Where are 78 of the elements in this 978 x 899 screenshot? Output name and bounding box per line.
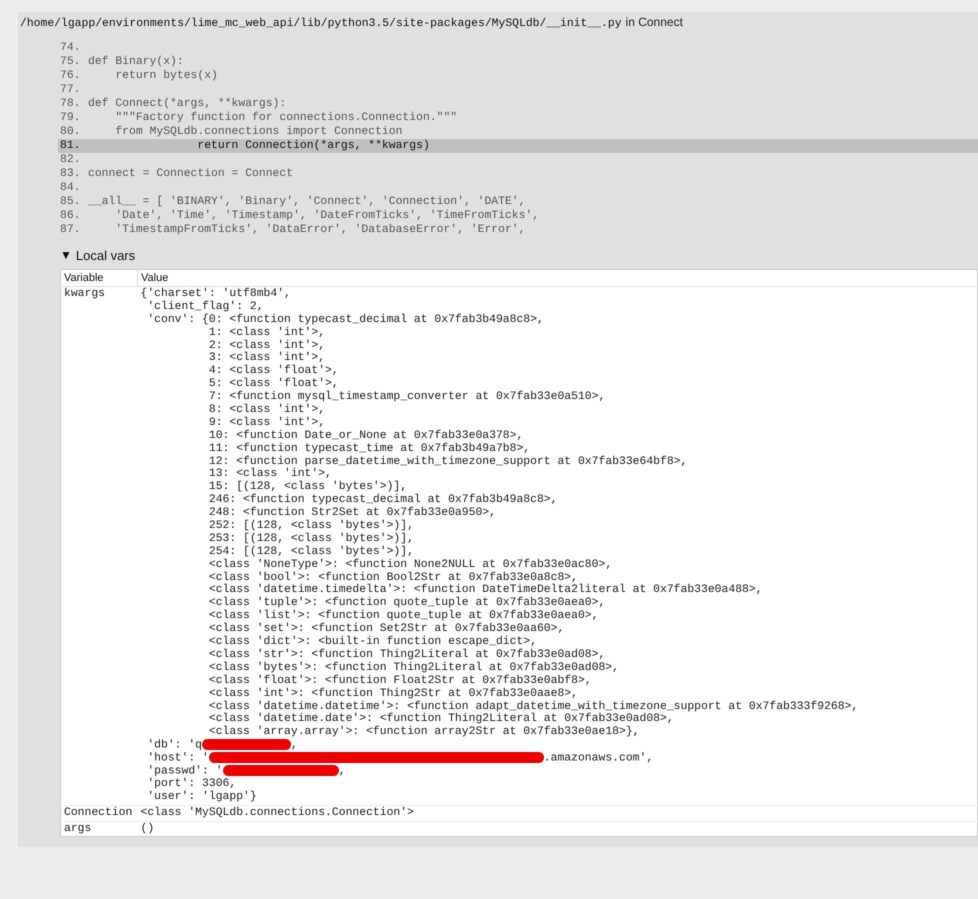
value-line: <class 'datetime.date'>: <function Thing2Literal at 0x7fab33e0ad08>, <box>208 713 675 726</box>
local-vars-title: Local vars <box>76 248 136 262</box>
value-line: 10: <function Date_or_None at 0x7fab33e0a378>, <box>208 430 524 442</box>
value-line: 1: <class 'int'>, <box>208 326 326 340</box>
value-line: <class 'float'>: <function Float2Str at 0x7fab33e0abf8>, <box>208 674 593 688</box>
value-line: 'port': 3306, <box>146 778 238 790</box>
line-number: 74. <box>59 41 82 55</box>
local-vars-toggle[interactable]: ▼ <box>60 248 72 262</box>
value-line: 8: <class 'int'>, <box>208 404 326 416</box>
value-line: <class 'bool'>: <function Bool2Str at 0x7fab33e0a8c8>, <box>208 572 578 584</box>
value-line: <class 'datetime.timedelta'>: <function DateTimeDelta2literal at 0x7fab33e0a488>, <box>208 584 764 596</box>
line-number: 75. <box>59 55 82 69</box>
value-line: 252: [(128, <class 'bytes'>)], <box>208 520 415 532</box>
value-text: 'db': 'q <box>146 740 202 752</box>
line-number: 79. <box>59 111 82 125</box>
line-number: 81. <box>59 139 82 153</box>
value-line: 5: <class 'float'>, <box>208 378 340 390</box>
value-line: 4: <class 'float'>, <box>208 365 340 378</box>
value-line: 254: [(128, <class 'bytes'>)], <box>208 546 415 558</box>
value-line: <class 'MySQLdb.connections.Connection'> <box>140 806 415 820</box>
code-text: def Binary(x): <box>88 55 184 69</box>
code-text: from MySQLdb.connections import Connection <box>114 125 402 139</box>
value-line: <class 'str'>: <function Thing2Literal at 0x7fab33e0ad08>, <box>208 648 606 662</box>
line-number: 76. <box>59 69 82 83</box>
value-line: {'charset': 'utf8mb4', <box>140 288 292 300</box>
file-path: /home/lgapp/environments/lime_mc_web_api/lib/python3.5/site-packages/MySQLdb/__init__.py <box>20 18 622 30</box>
line-number: 80. <box>59 125 82 139</box>
value-line: <class 'list'>: <function quote_tuple at 0x7fab33e0aea0>, <box>208 610 600 622</box>
value-line: 15: [(128, <class 'bytes'>)], <box>208 481 408 494</box>
value-text: , <box>290 740 298 752</box>
code-text: return bytes(x) <box>114 69 218 83</box>
value-line: <class 'array.array'>: <function array2Str at 0x7fab33e0ae18>}, <box>208 726 640 740</box>
value-line: 13: <class 'int'>, <box>208 468 333 480</box>
value-line: <class 'int'>: <function Thing2Str at 0x7fab33e0aae8>, <box>208 688 579 700</box>
line-number: 77. <box>59 83 82 97</box>
code-text: 'Date', 'Time', 'Timestamp', 'DateFromTicks', 'TimeFromTicks', <box>114 209 540 223</box>
value-line: 'conv': {0: <function typecast_decimal at 0x7fab3b49a8c8>, <box>146 314 545 326</box>
line-number: 87. <box>59 223 82 237</box>
value-line: 11: <function typecast_time at 0x7fab3b49a7b8>, <box>208 442 532 456</box>
code-text: return Connection(*args, **kwargs) <box>196 139 430 153</box>
value-line: <class 'bytes'>: <function Thing2Literal at 0x7fab33e0ad08>, <box>208 662 620 674</box>
value-line: 3: <class 'int'>, <box>208 352 326 364</box>
line-number: 86. <box>59 209 82 223</box>
line-number: 82. <box>59 153 82 167</box>
variable-name: kwargs <box>60 286 138 806</box>
value-line: <class 'tuple'>: <function quote_tuple at 0x7fab33e0aea0>, <box>208 597 606 610</box>
value-text: , <box>338 765 346 778</box>
value-line: 248: <function Str2Set at 0x7fab33e0a950>, <box>208 507 497 520</box>
code-text: """Factory function for connections.Connection.""" <box>114 111 458 125</box>
value-line: 9: <class 'int'>, <box>208 416 326 430</box>
value-line: <class 'dict'>: <built-in function escape_dict>, <box>208 636 538 648</box>
code-text: def Connect(*args, **kwargs): <box>88 97 286 111</box>
value-line: () <box>140 822 156 836</box>
value-text: 'host': ' <box>146 752 209 765</box>
line-number: 84. <box>59 181 82 195</box>
code-text: __all__ = [ 'BINARY', 'Binary', 'Connect', 'Connection', 'DATE', <box>88 195 526 209</box>
variable-name: args <box>60 821 138 837</box>
variable-name: Connection <box>60 805 138 822</box>
code-text: 'TimestampFromTicks', 'DataError', 'DatabaseError', 'Error', <box>114 223 526 237</box>
value-line: 'client_flag': 2, <box>146 300 265 314</box>
value-text: .amazonaws.com', <box>544 752 654 765</box>
value-text: 'passwd': ' <box>146 765 223 778</box>
value-line: 12: <function parse_datetime_with_timezone_support at 0x7fab33e64bf8>, <box>208 456 688 468</box>
value-line: <class 'NoneType'>: <function None2NULL at 0x7fab33e0ac80>, <box>208 558 614 572</box>
line-number: 83. <box>59 167 82 181</box>
function-location: in Connect <box>626 15 683 29</box>
value-line: <class 'set'>: <function Set2Str at 0x7fab33e0aa60>, <box>208 623 566 636</box>
column-header: Variable <box>60 270 138 286</box>
value-line: <class 'datetime.datetime'>: <function adapt_datetime_with_timezone_support at 0x7fab333f9268>, <box>208 700 860 712</box>
line-number: 78. <box>59 97 82 111</box>
value-line: 253: [(128, <class 'bytes'>)], <box>208 532 415 546</box>
value-line: 7: <function mysql_timestamp_converter at 0x7fab33e0a510>, <box>208 391 606 404</box>
value-line: 246: <function typecast_decimal at 0x7fab3b49a8c8>, <box>208 494 558 506</box>
line-number: 85. <box>59 195 82 209</box>
column-header: Value <box>138 270 978 286</box>
code-text: connect = Connection = Connect <box>88 167 294 181</box>
value-line: 2: <class 'int'>, <box>208 340 326 352</box>
value-line: 'user': 'lgapp'} <box>146 790 258 804</box>
